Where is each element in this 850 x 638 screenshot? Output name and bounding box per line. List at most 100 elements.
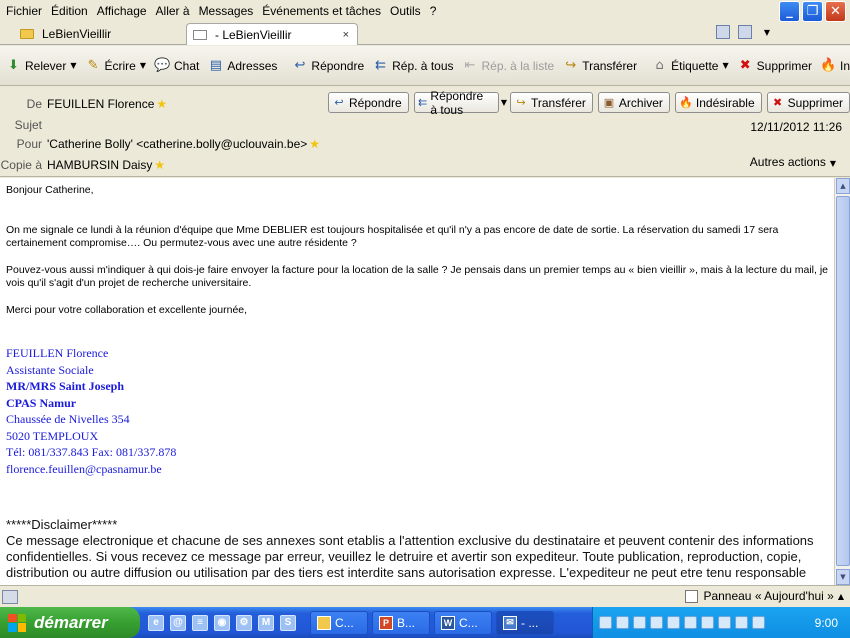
task-word[interactable]: W C... — [434, 610, 492, 635]
task-explorer[interactable]: C... — [310, 610, 368, 635]
to-row: Pour 'Catherine Bolly' <catherine.bolly@… — [0, 137, 320, 151]
tray-volume-icon[interactable] — [633, 616, 646, 629]
tray-network-icon[interactable] — [599, 616, 612, 629]
menu-aller[interactable]: Aller à — [154, 4, 197, 18]
star-icon[interactable]: ★ — [309, 137, 320, 151]
tray-bluetooth-icon[interactable] — [684, 616, 697, 629]
media-icon[interactable]: ≡ — [192, 614, 208, 631]
today-panel-toggle[interactable]: Panneau « Aujourd'hui » ▲ — [685, 589, 844, 603]
menu-aide[interactable]: ? — [428, 4, 444, 18]
junk-icon: 🔥 — [679, 96, 693, 109]
status-bar: Panneau « Aujourd'hui » ▲ — [0, 585, 850, 607]
menu-edition[interactable]: Édition — [49, 4, 95, 18]
clock: 9:00 — [814, 615, 838, 630]
reply-icon: ↩ — [334, 96, 344, 109]
tray-chat-icon[interactable] — [735, 616, 748, 629]
menu-fichier[interactable]: Fichier — [4, 4, 49, 18]
body-scrollbar[interactable]: ▲ ▼ — [834, 178, 850, 585]
close-window-button[interactable]: ✕ — [825, 1, 846, 22]
from-value[interactable]: FEUILLEN Florence — [47, 97, 154, 111]
task-powerpoint[interactable]: P B... — [372, 610, 430, 635]
repondre-button[interactable]: ↩ Répondre — [289, 54, 370, 78]
settings-icon[interactable]: ⚙ — [236, 614, 252, 631]
reply-list-icon: ⇤ — [464, 58, 476, 73]
messenger-icon[interactable]: M — [258, 614, 274, 631]
to-value[interactable]: 'Catherine Bolly' <catherine.bolly@uclou… — [47, 137, 307, 151]
chevron-up-icon: ▲ — [837, 591, 844, 601]
tab-folder[interactable]: LeBienVieillir — [14, 23, 184, 45]
tray-printer-icon[interactable] — [701, 616, 714, 629]
scroll-down-icon[interactable]: ▼ — [836, 569, 850, 585]
menu-messages[interactable]: Messages — [197, 4, 261, 18]
supprimer-button[interactable]: ✖ Supprimer — [735, 54, 818, 78]
chevron-down-icon[interactable]: ▼ — [764, 28, 770, 37]
task-thunderbird[interactable]: ✉ - ... — [496, 610, 554, 635]
ecrire-button[interactable]: ✎ Écrire ▼ — [83, 54, 153, 78]
repondre-tous-button[interactable]: ⇇ Rép. à tous — [370, 54, 459, 78]
tray-power-icon[interactable] — [752, 616, 765, 629]
sig-phone: Tél: 081/337.843 Fax: 081/337.878 — [6, 445, 177, 459]
sig-email[interactable]: florence.feuillen@cpasnamur.be — [6, 461, 828, 478]
header-reply-button[interactable]: ↩ Répondre — [328, 92, 409, 113]
header-forward-button[interactable]: ↪ Transférer — [510, 92, 593, 113]
tag-icon: ⌂ — [655, 58, 664, 73]
tab-message[interactable]: - LeBienVieillir × — [186, 23, 358, 45]
subject-label: Sujet — [14, 118, 42, 132]
scroll-up-icon[interactable]: ▲ — [836, 178, 850, 194]
chevron-down-icon[interactable]: ▼ — [70, 61, 76, 70]
sig-street: Chaussée de Nivelles 354 — [6, 412, 130, 426]
relever-button[interactable]: ⬇ Relever ▼ — [3, 54, 83, 78]
scroll-thumb[interactable] — [836, 196, 850, 566]
header-reply-all-button[interactable]: ⇇ Répondre à tous — [413, 89, 499, 117]
adresses-button[interactable]: ▤ Adresses — [205, 54, 283, 78]
tray-security-icon[interactable] — [667, 616, 680, 629]
header-junk-button[interactable]: 🔥 Indésirable — [674, 92, 762, 113]
header-buttons: ↩ Répondre ⇇ Répondre à tous ▼ ↪ Transfé… — [328, 89, 850, 117]
cc-value[interactable]: HAMBURSIN Daisy — [47, 158, 152, 172]
chat-button[interactable]: 💬 Chat — [152, 54, 205, 78]
start-button[interactable]: démarrer — [0, 607, 140, 638]
firefox-icon[interactable]: ◉ — [214, 614, 230, 631]
outlook-icon[interactable]: @ — [170, 614, 186, 631]
tray-device-icon[interactable] — [718, 616, 731, 629]
events-icon[interactable] — [715, 25, 730, 39]
tab-label: LeBienVieillir — [42, 27, 112, 41]
chevron-down-icon[interactable]: ▼ — [722, 61, 728, 70]
header-archive-button[interactable]: ▣ Archiver — [597, 92, 670, 113]
chevron-down-icon[interactable]: ▼ — [140, 61, 146, 70]
window-controls: _ ❐ ✕ — [779, 1, 846, 22]
more-actions-button[interactable]: Autres actions ▼ — [750, 155, 836, 169]
tab-label: - LeBienVieillir — [215, 27, 292, 42]
star-icon[interactable]: ★ — [154, 158, 165, 172]
delete-icon: ✖ — [739, 58, 751, 73]
transferer-button[interactable]: ↪ Transférer — [560, 54, 643, 78]
skype-icon[interactable]: S — [280, 614, 296, 631]
explorer-icon[interactable]: e — [148, 614, 164, 631]
offline-icon[interactable] — [2, 589, 18, 604]
star-icon[interactable]: ★ — [156, 97, 167, 111]
maximize-button[interactable]: ❐ — [802, 1, 823, 22]
tasks-icon[interactable] — [737, 25, 752, 39]
repondre-liste-button[interactable]: ⇤ Rép. à la liste — [460, 54, 561, 78]
header-delete-button[interactable]: ✖ Supprimer — [766, 92, 850, 113]
menu-bar: Fichier Édition Affichage Aller à Messag… — [0, 0, 850, 22]
signature: FEUILLEN Florence Assistante Sociale MR/… — [6, 345, 828, 477]
to-label: Pour — [16, 137, 42, 151]
folder-icon — [317, 615, 331, 630]
etiquette-button[interactable]: ⌂ Étiquette ▼ — [649, 54, 735, 78]
indesirable-button[interactable]: 🔥 Indésirab — [818, 54, 850, 78]
menu-evenements[interactable]: Événements et tâches — [260, 4, 388, 18]
close-tab-icon[interactable]: × — [343, 29, 349, 41]
minimize-button[interactable]: _ — [779, 1, 800, 22]
chevron-down-icon: ▼ — [829, 159, 836, 168]
chevron-down-icon[interactable]: ▼ — [501, 98, 507, 113]
reply-all-icon: ⇇ — [417, 96, 428, 109]
archive-icon: ▣ — [603, 96, 615, 109]
message-header: De FEUILLEN Florence ★ Sujet Pour 'Cathe… — [0, 87, 850, 177]
tray-update-icon[interactable] — [650, 616, 663, 629]
menu-outils[interactable]: Outils — [388, 4, 428, 18]
menu-affichage[interactable]: Affichage — [95, 4, 154, 18]
tray-antivirus-icon[interactable] — [616, 616, 629, 629]
forward-icon: ↪ — [565, 58, 577, 73]
mail-icon — [193, 29, 207, 40]
